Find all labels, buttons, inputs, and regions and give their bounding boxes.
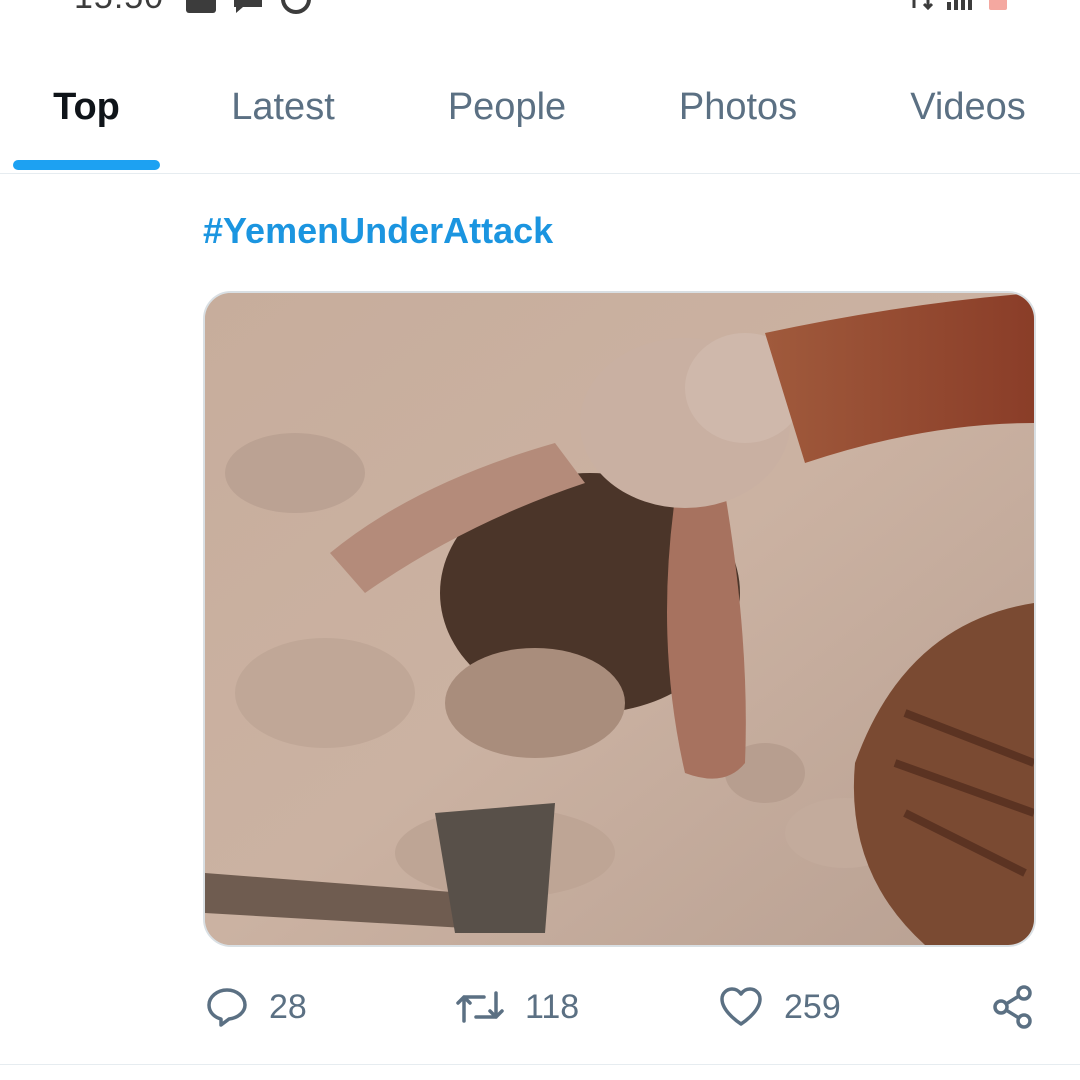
- tab-people[interactable]: People: [427, 40, 587, 174]
- active-tab-indicator: [13, 160, 160, 170]
- retweet-icon: [455, 985, 505, 1029]
- data-transfer-icon: [908, 0, 934, 15]
- retweet-button[interactable]: 118: [455, 975, 579, 1039]
- reply-count: 28: [269, 987, 307, 1026]
- signal-icon: [946, 0, 976, 15]
- tab-top[interactable]: Top: [13, 40, 160, 174]
- share-button[interactable]: [990, 975, 1036, 1039]
- tweet-divider: [0, 1064, 1080, 1065]
- status-notification-icons: [185, 0, 313, 18]
- battery-icon: [988, 0, 1008, 15]
- tweet-media-photo[interactable]: [203, 291, 1036, 947]
- photo-rubble-rescue-icon: [205, 293, 1034, 945]
- reply-button[interactable]: 28: [205, 975, 307, 1039]
- status-time: 15:50: [74, 0, 164, 17]
- status-system-icons: [908, 0, 1008, 15]
- heart-icon: [718, 985, 764, 1029]
- whatsapp-icon: [279, 0, 313, 18]
- like-button[interactable]: 259: [718, 975, 841, 1039]
- tweet-hashtag-link[interactable]: #YemenUnderAttack: [203, 210, 553, 252]
- tab-photos[interactable]: Photos: [658, 40, 818, 174]
- tab-videos[interactable]: Videos: [888, 40, 1048, 174]
- tab-latest[interactable]: Latest: [203, 40, 363, 174]
- gallery-icon: [185, 0, 217, 18]
- retweet-count: 118: [525, 987, 580, 1026]
- reply-icon: [205, 985, 249, 1029]
- share-icon: [990, 984, 1036, 1030]
- like-count: 259: [784, 987, 841, 1026]
- status-bar: 15:50: [0, 0, 1080, 18]
- search-tabs: Top Latest People Photos Videos: [0, 40, 1080, 174]
- tweet-action-bar: 28 118 259: [0, 975, 1080, 1039]
- message-icon: [231, 0, 265, 18]
